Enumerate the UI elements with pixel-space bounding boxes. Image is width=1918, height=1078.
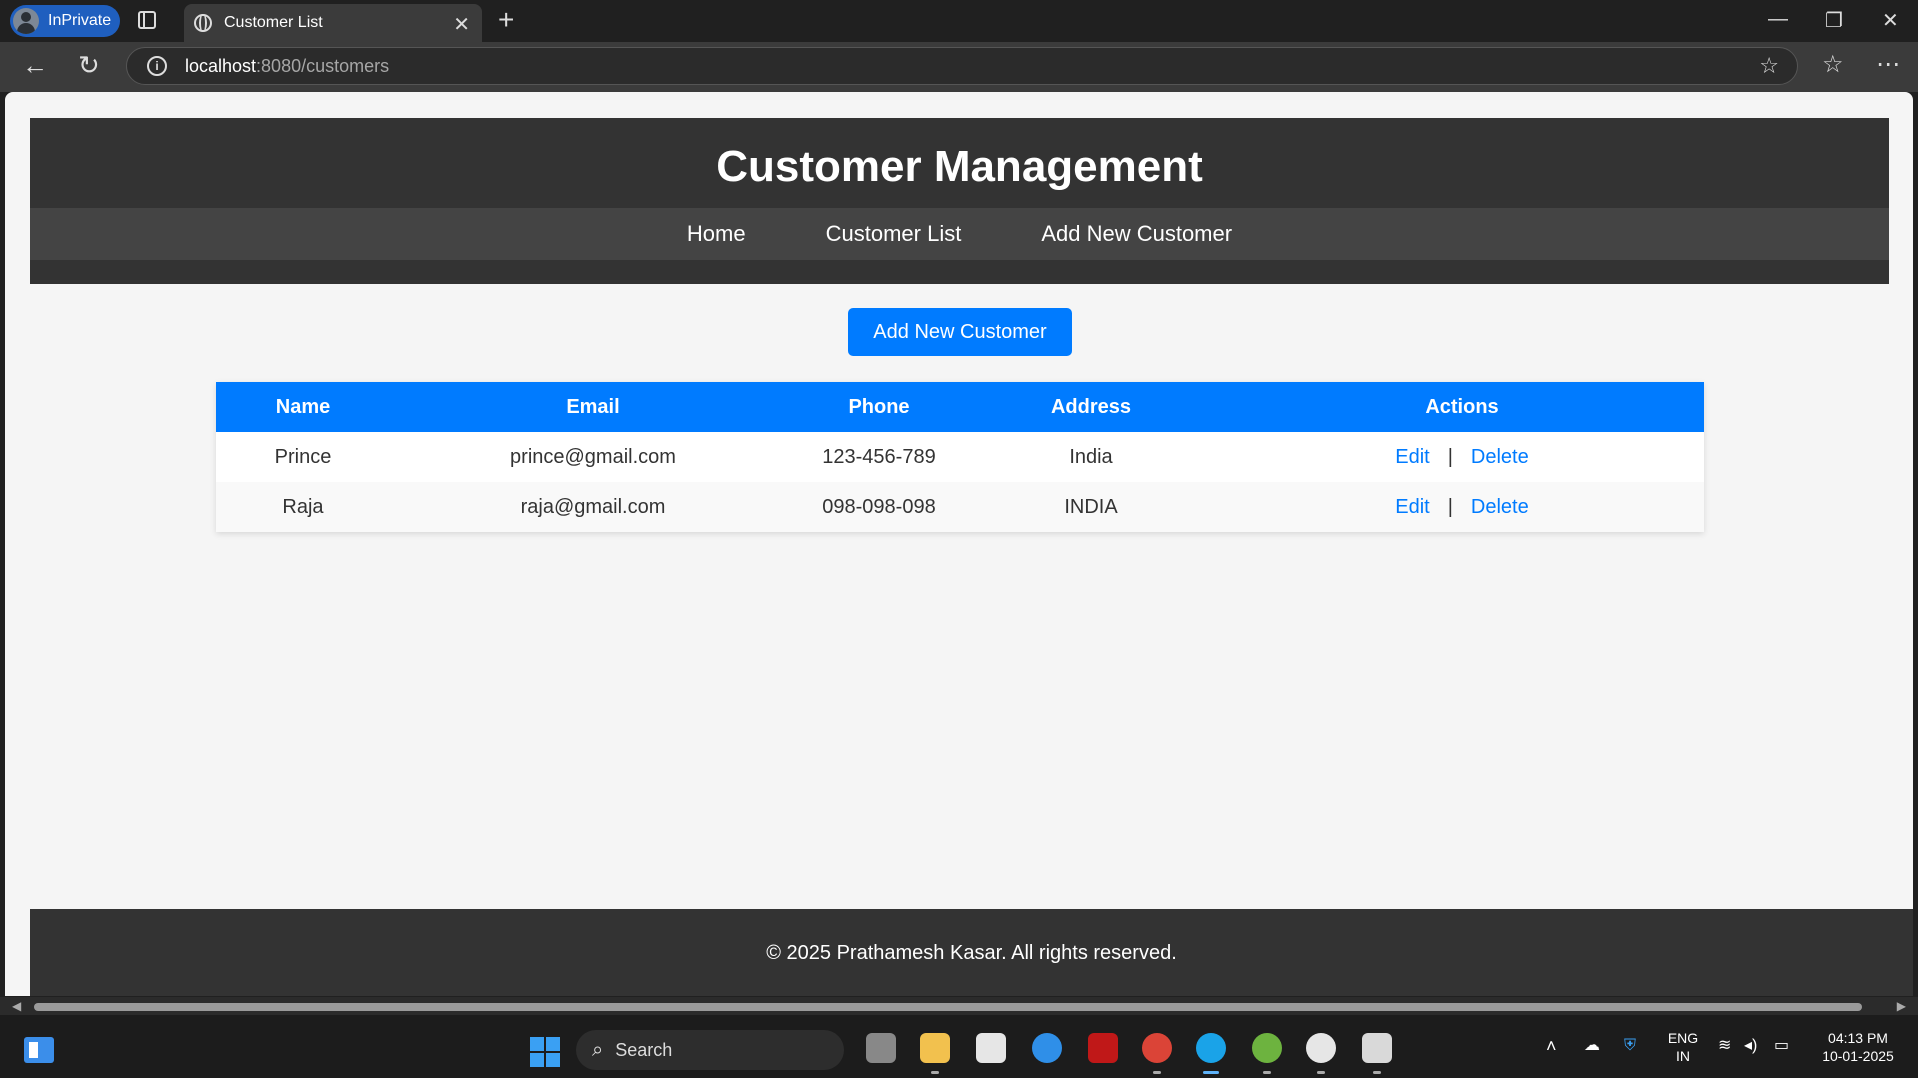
- scrollbar-thumb[interactable]: [34, 1003, 1862, 1011]
- new-tab-icon[interactable]: +: [498, 4, 514, 36]
- delete-link[interactable]: Delete: [1471, 496, 1529, 518]
- delete-link[interactable]: Delete: [1471, 446, 1529, 468]
- scroll-right-icon[interactable]: ▶: [1897, 999, 1906, 1013]
- spring-tools-icon[interactable]: [1252, 1033, 1282, 1063]
- nav-home-link[interactable]: Home: [687, 221, 746, 247]
- favorite-star-icon[interactable]: ☆: [1759, 53, 1779, 79]
- cell-actions: Edit | Delete: [1220, 432, 1704, 482]
- horizontal-scrollbar[interactable]: ◀ ▶: [0, 997, 1918, 1015]
- language-indicator[interactable]: ENG IN: [1666, 1029, 1700, 1065]
- language-code: ENG: [1667, 1030, 1699, 1046]
- customer-table: Name Email Phone Address Actions Prince …: [216, 382, 1704, 532]
- cell-phone: 123-456-789: [822, 445, 936, 468]
- column-header-actions: Actions: [1220, 382, 1704, 432]
- windows-start-icon[interactable]: [530, 1037, 560, 1067]
- running-indicator: [1373, 1071, 1381, 1074]
- browser-tab-strip: InPrivate Customer List ✕ + — ❐ ✕: [0, 0, 1918, 42]
- cell-phone: 098-098-098: [796, 482, 962, 532]
- github-icon[interactable]: [1306, 1033, 1336, 1063]
- site-info-icon[interactable]: i: [147, 56, 167, 76]
- task-view-icon[interactable]: [866, 1033, 896, 1063]
- battery-icon[interactable]: ▭: [1774, 1037, 1789, 1055]
- cell-name: Raja: [216, 482, 390, 532]
- chrome-icon[interactable]: [1142, 1033, 1172, 1063]
- more-options-icon[interactable]: ⋯: [1876, 50, 1900, 79]
- running-indicator: [1317, 1071, 1325, 1074]
- site-footer: © 2025 Prathamesh Kasar. All rights rese…: [30, 909, 1913, 996]
- back-icon[interactable]: ←: [22, 50, 48, 81]
- clock-date: 10-01-2025: [1822, 1048, 1894, 1064]
- cell-actions: Edit | Delete: [1220, 482, 1704, 532]
- cloud-icon[interactable]: ☁: [1584, 1037, 1600, 1055]
- action-separator: |: [1447, 495, 1453, 518]
- refresh-icon[interactable]: ↻: [78, 50, 100, 81]
- file-explorer-icon[interactable]: [920, 1033, 950, 1063]
- profile-avatar-icon: [13, 8, 39, 34]
- page-title: Customer Management: [716, 142, 1203, 191]
- security-shield-icon[interactable]: ⛨: [1624, 1037, 1636, 1055]
- globe-icon: [194, 14, 212, 32]
- inprivate-profile-button[interactable]: InPrivate: [10, 5, 120, 37]
- volume-icon[interactable]: ◂): [1744, 1037, 1757, 1055]
- wifi-icon[interactable]: ≋: [1718, 1037, 1731, 1055]
- column-header-phone: Phone: [796, 382, 962, 432]
- mcafee-icon[interactable]: [1088, 1033, 1118, 1063]
- cell-name: Prince: [274, 445, 332, 468]
- tab-customer-list[interactable]: Customer List ✕: [184, 4, 482, 42]
- favorites-icon[interactable]: ☆: [1822, 50, 1844, 79]
- help-icon[interactable]: [1032, 1033, 1062, 1063]
- running-indicator: [1263, 1071, 1271, 1074]
- widgets-icon[interactable]: [24, 1037, 54, 1063]
- restore-icon[interactable]: ❐: [1825, 8, 1843, 33]
- close-tab-icon[interactable]: ✕: [453, 12, 470, 37]
- table-row: Raja raja@gmail.com 098-098-098 INDIA Ed…: [216, 482, 1704, 532]
- search-label: Search: [615, 1039, 673, 1060]
- clock[interactable]: 04:13 PM 10-01-2025: [1816, 1029, 1900, 1065]
- active-indicator: [1203, 1071, 1219, 1074]
- url-host: localhost: [185, 55, 257, 76]
- url-path: :8080/customers: [256, 55, 390, 76]
- show-hidden-icons-icon[interactable]: ˄: [1546, 1037, 1557, 1055]
- edit-link[interactable]: Edit: [1395, 496, 1429, 518]
- column-header-email: Email: [390, 382, 796, 432]
- browser-toolbar: ← ↻ i localhost :8080/customers ☆ ☆ ⋯: [0, 42, 1918, 92]
- page-viewport: Customer Management Home Customer List A…: [5, 92, 1913, 996]
- column-header-name: Name: [216, 382, 390, 432]
- add-new-customer-button[interactable]: Add New Customer: [848, 308, 1072, 356]
- cell-email: raja@gmail.com: [390, 482, 796, 532]
- cell-address: INDIA: [962, 482, 1220, 532]
- minimize-icon[interactable]: —: [1768, 8, 1788, 31]
- table-header-row: Name Email Phone Address Actions: [216, 382, 1704, 432]
- action-separator: |: [1447, 445, 1453, 468]
- edit-link[interactable]: Edit: [1395, 446, 1429, 468]
- inprivate-label: InPrivate: [48, 12, 112, 29]
- address-bar[interactable]: i localhost :8080/customers ☆: [126, 47, 1798, 85]
- table-row: Prince prince@gmail.com 123-456-789 Indi…: [216, 432, 1704, 482]
- taskbar: ⌕ Search ˄ ☁ ⛨ ENG IN ≋ ◂) ▭ 04:13 PM 10…: [0, 1015, 1918, 1078]
- taskbar-search-box[interactable]: ⌕ Search: [576, 1030, 844, 1070]
- cell-email: prince@gmail.com: [510, 445, 676, 468]
- running-indicator: [1153, 1071, 1161, 1074]
- microsoft-store-icon[interactable]: [976, 1033, 1006, 1063]
- site-header: Customer Management Home Customer List A…: [30, 118, 1889, 284]
- site-nav: Home Customer List Add New Customer: [30, 208, 1889, 260]
- column-header-address: Address: [962, 382, 1220, 432]
- cell-address: India: [1069, 445, 1113, 468]
- running-indicator: [931, 1071, 939, 1074]
- scroll-left-icon[interactable]: ◀: [12, 999, 21, 1013]
- clock-time: 04:13 PM: [1828, 1030, 1888, 1046]
- edge-icon[interactable]: [1196, 1033, 1226, 1063]
- tab-title: Customer List: [224, 14, 323, 31]
- nav-customer-list-link[interactable]: Customer List: [826, 221, 962, 247]
- close-window-icon[interactable]: ✕: [1882, 8, 1899, 33]
- snipping-tool-icon[interactable]: [1362, 1033, 1392, 1063]
- search-icon: ⌕: [592, 1038, 604, 1061]
- nav-add-customer-link[interactable]: Add New Customer: [1041, 221, 1232, 247]
- tab-actions-icon[interactable]: [138, 11, 156, 29]
- region-code: IN: [1676, 1048, 1690, 1064]
